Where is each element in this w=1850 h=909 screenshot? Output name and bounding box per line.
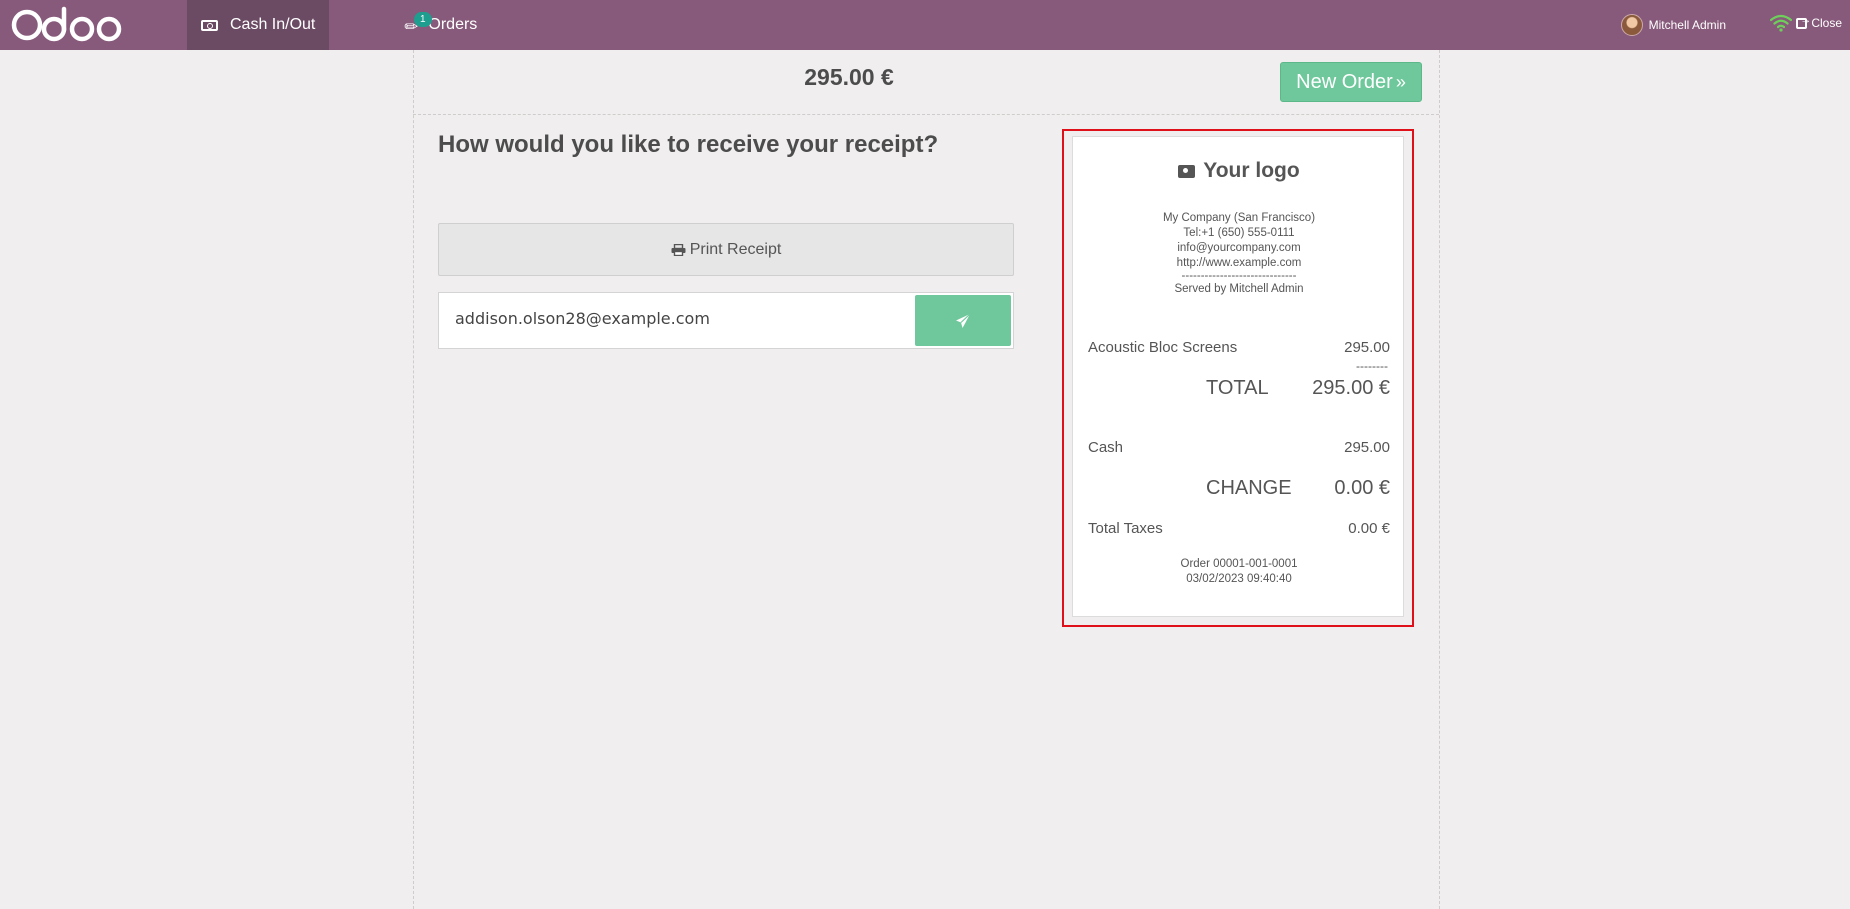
company-info: My Company (San Francisco) Tel:+1 (650) … — [1073, 211, 1405, 297]
item-name: Acoustic Bloc Screens — [1088, 339, 1238, 356]
payment-amount: 295.00 — [1344, 439, 1390, 456]
change-label: CHANGE — [1206, 477, 1292, 499]
total-amount: 295.00 € — [1312, 377, 1390, 399]
close-button[interactable]: Close — [1796, 14, 1842, 30]
orders-count-badge: 1 — [414, 12, 432, 27]
wifi-icon — [1770, 14, 1792, 32]
print-receipt-label: Print Receipt — [689, 240, 782, 258]
separator: -------- — [1356, 359, 1388, 373]
sign-out-icon — [1796, 14, 1811, 29]
divider — [413, 114, 1439, 115]
payment-label: Cash — [1088, 439, 1124, 456]
receipt-payment: Cash 295.00 — [1088, 439, 1390, 456]
taxes-amount: 0.00 € — [1348, 520, 1390, 537]
tab-cash-label: Cash In/Out — [230, 16, 316, 33]
user-name: Mitchell Admin — [1648, 18, 1726, 32]
order-amount: 295.00 € — [804, 64, 894, 90]
paper-plane-icon — [956, 313, 971, 328]
double-chevron-right-icon: » — [1395, 71, 1406, 92]
tab-orders-label: Orders — [428, 16, 478, 33]
send-email-button[interactable] — [915, 295, 1011, 346]
odoo-logo — [11, 6, 122, 42]
company-line: info@yourcompany.com — [1177, 242, 1301, 254]
total-label: TOTAL — [1206, 377, 1269, 399]
order-datetime: 03/02/2023 09:40:40 — [1186, 573, 1292, 585]
company-line: Tel:+1 (650) 555-0111 — [1183, 227, 1295, 239]
divider — [1439, 50, 1440, 909]
email-form — [438, 292, 1014, 349]
receipt-preview: Your logo My Company (San Francisco) Tel… — [1072, 136, 1404, 617]
logo-text: Your logo — [1203, 159, 1300, 182]
company-line: My Company (San Francisco) — [1162, 212, 1316, 224]
receipt-change: CHANGE 0.00 € — [1088, 477, 1390, 500]
user-menu[interactable]: Mitchell Admin — [1620, 14, 1726, 36]
print-icon — [671, 243, 686, 256]
receipt-taxes: Total Taxes 0.00 € — [1088, 520, 1390, 537]
company-line: Served by Mitchell Admin — [1174, 283, 1304, 295]
change-amount: 0.00 € — [1334, 477, 1390, 499]
close-label: Close — [1811, 16, 1842, 30]
tab-orders[interactable]: ✎ 1 Orders — [401, 0, 478, 50]
top-navbar: Cash In/Out ✎ 1 Orders Mitchell Admin Cl… — [0, 0, 1850, 50]
order-reference: Order 00001-001-0001 — [1180, 558, 1298, 570]
company-line: ------------------------------ — [1181, 270, 1297, 282]
email-input[interactable] — [455, 309, 895, 328]
tab-cash-in-out[interactable]: Cash In/Out — [187, 0, 329, 50]
receipt-footer: Order 00001-001-0001 03/02/2023 09:40:40 — [1073, 557, 1405, 587]
item-amount: 295.00 — [1344, 339, 1390, 356]
new-order-button[interactable]: New Order » — [1280, 62, 1422, 102]
receipt-logo: Your logo — [1073, 159, 1405, 183]
avatar — [1620, 14, 1643, 36]
money-icon — [201, 19, 218, 31]
receipt-question: How would you like to receive your recei… — [438, 131, 939, 158]
print-receipt-button[interactable]: Print Receipt — [438, 223, 1014, 276]
new-order-label: New Order — [1296, 70, 1393, 93]
taxes-label: Total Taxes — [1088, 520, 1163, 537]
divider — [413, 50, 414, 909]
company-line: http://www.example.com — [1176, 257, 1302, 269]
receipt-total: TOTAL 295.00 € — [1088, 377, 1390, 400]
camera-icon — [1178, 165, 1196, 178]
receipt-line-item: Acoustic Bloc Screens 295.00 — [1088, 339, 1390, 356]
